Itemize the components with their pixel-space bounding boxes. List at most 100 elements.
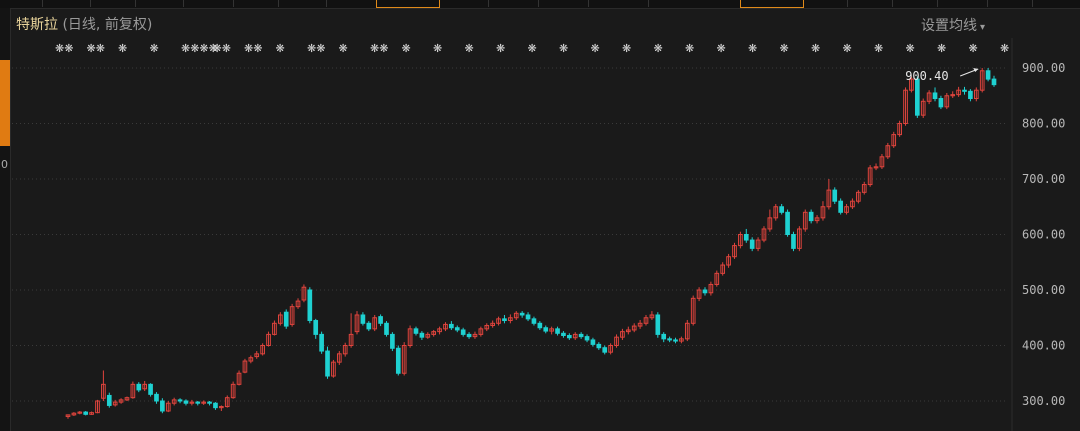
event-marker[interactable]: ❋ <box>276 42 285 55</box>
y-tick-label: 400.00 <box>1022 339 1065 353</box>
candle-down[interactable] <box>378 316 383 324</box>
event-marker[interactable]: ❋ <box>685 42 694 55</box>
event-marker[interactable]: ❋❋ <box>244 42 262 55</box>
candle-down[interactable] <box>395 347 401 374</box>
candle-down[interactable] <box>914 78 920 116</box>
candle-down[interactable] <box>390 333 395 349</box>
candle-down[interactable] <box>602 347 608 353</box>
event-marker[interactable]: ❋ <box>874 42 883 55</box>
event-marker[interactable]: ❋❋ <box>213 42 231 55</box>
candle-down[interactable] <box>567 335 572 339</box>
candle-down[interactable] <box>419 332 425 338</box>
event-marker[interactable]: ❋ <box>717 42 726 55</box>
candle-down[interactable] <box>207 401 212 404</box>
candle-down[interactable] <box>283 311 289 327</box>
event-marker[interactable]: ❋ <box>1000 42 1009 55</box>
max-price-label: 900.40 <box>905 69 948 83</box>
max-marker-arrowhead <box>973 68 979 72</box>
candle-down[interactable] <box>325 350 330 377</box>
candle-down[interactable] <box>590 339 596 345</box>
event-marker[interactable]: ❋ <box>937 42 946 55</box>
event-marker[interactable]: ❋ <box>118 42 127 55</box>
candle-down[interactable] <box>661 333 667 340</box>
candle-down[interactable] <box>962 89 967 92</box>
candle-down[interactable] <box>449 323 454 329</box>
candle-down[interactable] <box>938 98 944 108</box>
candle-down[interactable] <box>808 211 814 222</box>
event-marker[interactable]: ❋ <box>811 42 820 55</box>
candle-down[interactable] <box>555 328 560 334</box>
event-marker[interactable]: ❋❋ <box>370 42 388 55</box>
event-marker[interactable]: ❋ <box>748 42 757 55</box>
candle-down[interactable] <box>360 314 366 324</box>
candle-down[interactable] <box>667 338 672 341</box>
candle-down[interactable] <box>932 92 938 100</box>
event-marker[interactable]: ❋ <box>465 42 474 55</box>
event-marker[interactable]: ❋❋ <box>55 42 73 55</box>
event-marker[interactable]: ❋ <box>150 42 159 55</box>
candle-down[interactable] <box>655 314 661 335</box>
y-tick-label: 500.00 <box>1022 283 1065 297</box>
event-marker[interactable]: ❋ <box>780 42 789 55</box>
candle-down[interactable] <box>543 327 549 332</box>
candle-down[interactable] <box>525 314 531 320</box>
candle-down[interactable] <box>502 318 507 322</box>
candle-down[interactable] <box>160 400 165 412</box>
candlestick-chart[interactable]: 900.00 800.00 700.00 600.00 500.00 400.00 300.… <box>0 0 1080 431</box>
candle-down[interactable] <box>366 322 372 330</box>
candle-down[interactable] <box>561 332 566 337</box>
candle-down[interactable] <box>968 90 973 100</box>
candle-down[interactable] <box>460 329 466 335</box>
candle-down[interactable] <box>743 234 749 241</box>
event-marker[interactable]: ❋ <box>559 42 568 55</box>
candle-down[interactable] <box>183 400 189 404</box>
event-marker[interactable]: ❋ <box>969 42 978 55</box>
candle-down[interactable] <box>596 343 602 349</box>
event-marker[interactable]: ❋❋ <box>87 42 105 55</box>
candle-down[interactable] <box>991 78 997 86</box>
candle-down[interactable] <box>313 320 319 335</box>
candle-down[interactable] <box>985 70 991 80</box>
candle-down[interactable] <box>307 289 313 322</box>
event-marker[interactable]: ❋ <box>339 42 348 55</box>
candle-down[interactable] <box>578 333 584 338</box>
candle-down[interactable] <box>154 393 159 402</box>
candle-down[interactable] <box>384 322 389 335</box>
candle-down[interactable] <box>584 336 590 341</box>
event-marker[interactable]: ❋ <box>591 42 600 55</box>
candle-down[interactable] <box>779 206 784 213</box>
candle-down[interactable] <box>454 327 460 331</box>
event-marker[interactable]: ❋ <box>402 42 411 55</box>
event-marker[interactable]: ❋ <box>496 42 505 55</box>
candle-down[interactable] <box>136 383 142 391</box>
candle-down[interactable] <box>531 318 537 324</box>
candle-down[interactable] <box>413 328 419 334</box>
event-marker[interactable]: ❋ <box>433 42 442 55</box>
candle-down[interactable] <box>838 200 843 213</box>
y-tick-label: 700.00 <box>1022 172 1065 186</box>
event-marker[interactable]: ❋ <box>528 42 537 55</box>
candle-down[interactable] <box>791 234 796 249</box>
candle-down[interactable] <box>213 402 218 409</box>
candle-down[interactable] <box>319 333 324 352</box>
candle-down[interactable] <box>519 312 525 316</box>
candle-down[interactable] <box>466 333 472 338</box>
y-tick-label: 300.00 <box>1022 394 1065 408</box>
y-tick-label: 800.00 <box>1022 117 1065 131</box>
event-marker[interactable]: ❋ <box>622 42 631 55</box>
candle-down[interactable] <box>148 383 153 395</box>
candle-down[interactable] <box>702 289 708 294</box>
event-marker[interactable]: ❋ <box>906 42 915 55</box>
candle-down[interactable] <box>195 401 201 404</box>
event-marker[interactable]: ❋ <box>843 42 852 55</box>
candle-down[interactable] <box>785 211 790 236</box>
candle-down[interactable] <box>83 411 89 415</box>
candle-down[interactable] <box>749 239 755 249</box>
event-marker[interactable]: ❋ <box>654 42 663 55</box>
candle-down[interactable] <box>673 339 678 342</box>
candle-down[interactable] <box>177 399 183 402</box>
candle-down[interactable] <box>537 322 543 329</box>
candle-down[interactable] <box>832 189 838 202</box>
event-marker[interactable]: ❋❋ <box>307 42 325 55</box>
candle-down[interactable] <box>106 394 112 406</box>
